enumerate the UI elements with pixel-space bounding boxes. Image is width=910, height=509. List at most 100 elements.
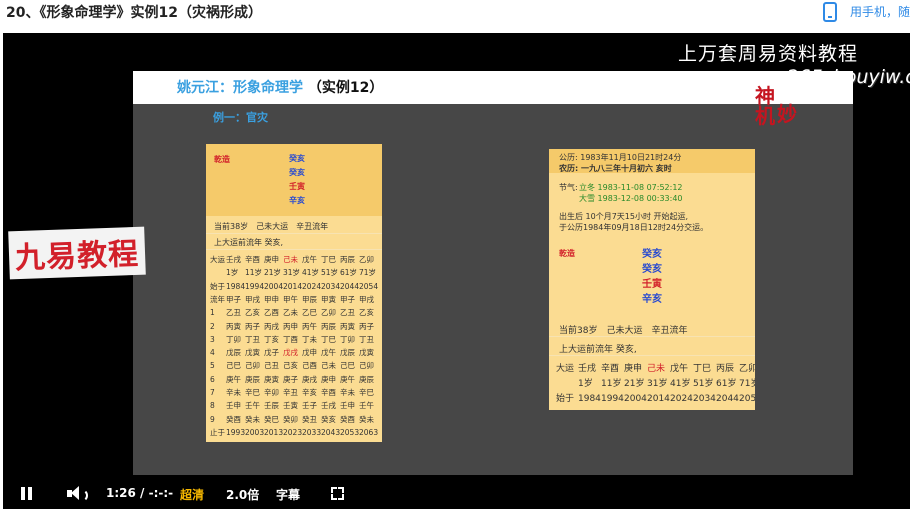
video-player[interactable]: 上万套周易资料教程 www.265zhouyiw.com 姚元江：形象命理学 （… xyxy=(3,33,910,509)
table-row: 始于19841994200420142024203420442054 xyxy=(210,281,378,292)
table-cell: 2014 xyxy=(283,281,303,291)
table-cell: 丙戌 xyxy=(264,321,279,331)
pre-luck-line: 上大运前流年 癸亥, xyxy=(214,238,284,247)
table-row: 3 丁卯 丁丑 丁亥 丁酉 丁未 丁巳 丁卯 丁丑 xyxy=(210,334,378,345)
slide-title: 姚元江：形象命理学 （实例12） xyxy=(177,80,384,96)
table-cell: 丙辰 xyxy=(340,255,355,264)
table-cell: 始于 xyxy=(556,394,575,404)
table-cell: 壬午 xyxy=(359,401,374,411)
fullscreen-icon[interactable] xyxy=(331,487,344,500)
table-cell: 壬戌 xyxy=(578,364,597,374)
table-cell: 辛巳 xyxy=(359,388,374,397)
jieqi-2: 大雪 1983-12-08 00:33:40 xyxy=(579,194,683,203)
table-cell: 戊子 xyxy=(264,348,279,358)
table-cell: 4 xyxy=(210,348,215,358)
table-cell: 己巳 xyxy=(226,361,241,371)
table-cell: 戊戌 xyxy=(283,348,298,358)
pause-icon[interactable] xyxy=(21,487,33,500)
table-cell: 己卯 xyxy=(245,361,260,371)
table-cell: 丙申 xyxy=(283,321,298,331)
pillar-month: 癸亥 xyxy=(642,264,662,275)
table-cell: 41岁 xyxy=(302,268,320,278)
table-cell: 癸未 xyxy=(359,414,374,424)
speed-button[interactable]: 2.0倍 xyxy=(226,486,259,503)
table-cell: 丙辰 xyxy=(716,364,735,374)
table-cell: 2034 xyxy=(321,281,341,291)
table-cell: 71岁 xyxy=(739,379,755,389)
table-cell: 己巳 xyxy=(340,361,355,371)
table-cell: 始于 xyxy=(210,281,225,291)
table-cell: 辛酉 xyxy=(245,255,260,264)
table-cell: 丙子 xyxy=(359,321,374,331)
mobile-view-link[interactable]: 用手机，随 xyxy=(850,3,910,20)
pillar-day: 壬寅 xyxy=(289,182,305,191)
table-row: 2 丙寅 丙子 丙戌 丙申 丙午 丙辰 丙寅 丙子 xyxy=(210,321,378,332)
table-cell: 庚午 xyxy=(340,374,355,384)
table-cell: 乙丑 xyxy=(340,308,355,318)
table-cell: 31岁 xyxy=(647,379,668,389)
table-cell: 乙卯 xyxy=(321,308,336,318)
subtitle-button[interactable]: 字幕 xyxy=(276,486,300,503)
table-cell: 5 xyxy=(210,361,215,371)
table-cell: 11岁 xyxy=(245,268,263,278)
table-cell: 戊辰 xyxy=(340,348,355,358)
table-cell: 丁巳 xyxy=(321,334,336,344)
table-row: 5 己巳 己卯 己丑 己亥 己酉 己未 己巳 己卯 xyxy=(210,360,378,371)
table-cell: 乙卯 xyxy=(359,255,374,264)
table-cell: 乙酉 xyxy=(264,308,279,318)
table-cell: 庚辰 xyxy=(359,374,374,384)
table-cell: 2054 xyxy=(739,394,755,404)
table-cell: 2004 xyxy=(264,281,284,291)
table-cell: 己卯 xyxy=(359,361,374,371)
quality-button[interactable]: 超清 xyxy=(180,486,204,503)
table-cell: 甲辰 xyxy=(302,294,317,304)
table-cell: 2024 xyxy=(670,394,693,404)
table-cell: 2 xyxy=(210,321,215,331)
table-cell: 2053 xyxy=(340,427,360,437)
table-cell: 流年 xyxy=(210,294,225,304)
volume-icon[interactable] xyxy=(67,486,88,502)
table-cell: 己未 xyxy=(283,255,298,264)
table-cell: 辛亥 xyxy=(302,388,317,397)
table-cell: 戊午 xyxy=(321,348,336,358)
table-cell: 庚戌 xyxy=(302,374,317,384)
table-cell: 庚子 xyxy=(283,374,298,384)
table-cell: 庚辰 xyxy=(245,374,260,384)
table-cell: 丙寅 xyxy=(340,321,355,331)
video-frame[interactable]: 上万套周易资料教程 www.265zhouyiw.com 姚元江：形象命理学 （… xyxy=(3,33,910,477)
table-row: 始于19841994200420142024203420442054 xyxy=(556,391,755,404)
table-cell: 癸巳 xyxy=(264,414,279,424)
table-cell: 乙未 xyxy=(283,308,298,318)
table-row: 止于19932003201320232033204320532063 xyxy=(210,427,378,438)
slide-subtitle: 例一：官灾 xyxy=(213,111,268,124)
table-cell: 壬戌 xyxy=(321,401,336,411)
pillar-hour: 辛亥 xyxy=(642,294,662,305)
table-cell: 1994 xyxy=(245,281,265,291)
bazi-card-right: 公历: 1983年11月10日21时24分 农历: 一九八三年十月初六 亥时 节… xyxy=(549,149,755,410)
table-cell: 辛酉 xyxy=(601,364,620,374)
table-cell: 1984 xyxy=(226,281,246,291)
table-cell: 癸未 xyxy=(245,414,260,424)
time-display: 1:26 / -:-:- xyxy=(106,486,174,500)
table-cell: 6 xyxy=(210,374,215,384)
table-cell: 31岁 xyxy=(283,268,301,278)
table-cell: 己丑 xyxy=(264,361,279,371)
table-cell: 甲戌 xyxy=(245,294,260,304)
table-cell: 甲午 xyxy=(283,294,298,304)
table-cell: 2044 xyxy=(716,394,739,404)
table-cell: 21岁 xyxy=(264,268,282,278)
table-cell: 9 xyxy=(210,414,215,424)
table-cell: 8 xyxy=(210,401,215,411)
table-cell: 11岁 xyxy=(601,379,622,389)
table-cell: 大运 xyxy=(210,255,225,264)
table-cell: 辛巳 xyxy=(245,388,260,397)
jiuyi-logo: 九易教程 xyxy=(8,226,146,280)
table-cell: 甲寅 xyxy=(321,294,336,304)
table-cell: 辛卯 xyxy=(264,388,279,397)
table-cell: 21岁 xyxy=(624,379,645,389)
table-row: 大运壬戌辛酉庚申己未戊午丁巳丙辰乙卯 xyxy=(210,254,378,265)
table-row: 流年甲子 甲戌 甲申 甲午 甲辰 甲寅 甲子 甲戌 xyxy=(210,294,378,305)
pre-luck-line-2: 上大运前流年 癸亥, xyxy=(559,345,637,355)
table-cell: 乙巳 xyxy=(302,308,317,318)
phone-icon[interactable] xyxy=(823,2,837,22)
